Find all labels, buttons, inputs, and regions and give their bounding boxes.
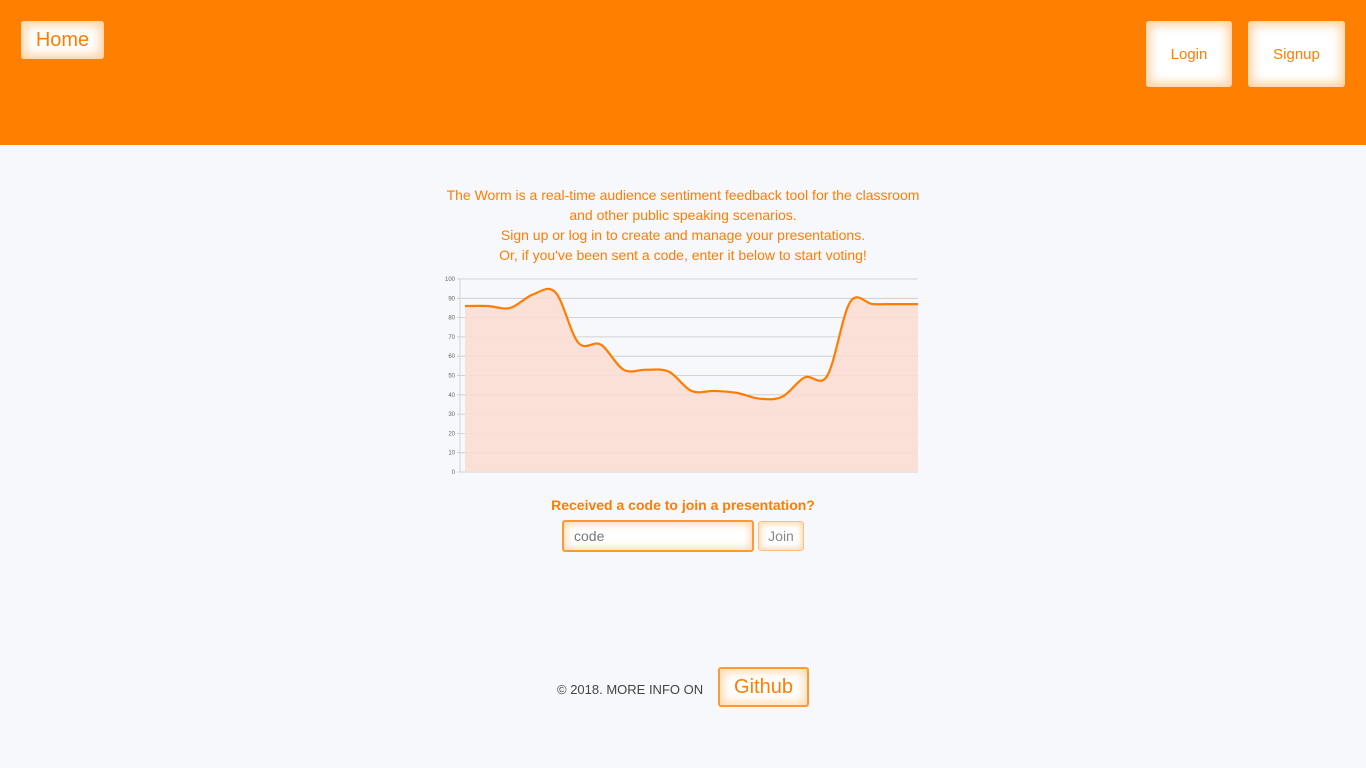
y-tick-label: 60 (448, 354, 455, 360)
y-tick-label: 70 (448, 335, 455, 341)
code-input[interactable] (562, 520, 754, 552)
join-prompt: Received a code to join a presentation? (551, 497, 815, 513)
y-tick-label: 10 (448, 451, 455, 457)
top-header: Home Login Signup (0, 0, 1366, 145)
y-tick-label: 50 (448, 374, 455, 380)
y-tick-label: 90 (448, 296, 455, 302)
intro-line: The Worm is a real-time audience sentime… (446, 187, 920, 203)
y-tick-label: 30 (448, 412, 455, 418)
intro-line: Sign up or log in to create and manage y… (500, 227, 866, 243)
footer-text: © 2018. MORE INFO ON (557, 682, 704, 697)
join-button[interactable]: Join (758, 521, 804, 551)
login-button[interactable]: Login (1146, 21, 1232, 87)
y-tick-label: 100 (445, 277, 456, 283)
y-tick-label: 80 (448, 316, 455, 322)
signup-button[interactable]: Signup (1248, 21, 1345, 87)
intro-text: The Worm is a real-time audience sentime… (383, 185, 983, 265)
sentiment-area (465, 288, 918, 472)
intro-line: and other public speaking scenarios. (569, 207, 797, 223)
y-tick-label: 20 (448, 431, 455, 437)
sentiment-chart: 0 10 20 30 40 50 60 70 80 90 100 (445, 277, 918, 476)
home-button[interactable]: Home (21, 21, 104, 59)
y-tick-label: 40 (448, 393, 455, 399)
intro-line: Or, if you've been sent a code, enter it… (499, 247, 867, 263)
y-tick-label: 0 (452, 470, 456, 476)
github-button[interactable]: Github (718, 667, 809, 707)
